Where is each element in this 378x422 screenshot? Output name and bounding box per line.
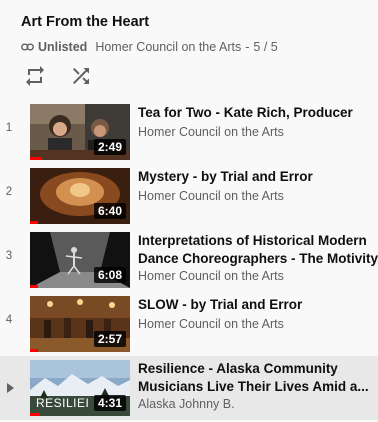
duration-badge: 6:40 (93, 203, 126, 219)
item-index: 4 (5, 314, 13, 326)
loop-button[interactable] (23, 64, 47, 88)
video-info: SLOW - by Trial and Error Homer Council … (138, 296, 378, 331)
video-info: Resilience - Alaska Community Musicians … (138, 360, 378, 411)
thumbnail-caption: RESILIEI (36, 396, 90, 410)
playlist-meta: Unlisted Homer Council on the Arts - 5 /… (21, 40, 278, 54)
watch-progress (30, 221, 38, 224)
playlist-title[interactable]: Art From the Heart (21, 14, 149, 30)
video-title[interactable]: Mystery - by Trial and Error (138, 168, 378, 186)
item-index: 3 (5, 250, 13, 262)
video-title[interactable]: Tea for Two - Kate Rich, Producer (138, 104, 378, 122)
unlisted-badge: Unlisted (38, 40, 88, 54)
item-index: 1 (5, 122, 13, 134)
video-thumbnail[interactable]: RESILIEI 4:31 (30, 360, 130, 416)
video-channel[interactable]: Homer Council on the Arts (138, 189, 378, 203)
duration-badge: 4:31 (93, 395, 126, 411)
playlist-item[interactable]: 4 2:57 SLOW - by Trial and Error Homer C… (0, 292, 378, 356)
now-playing-icon (7, 383, 14, 393)
watch-progress (30, 413, 40, 416)
watch-progress (30, 285, 38, 288)
shuffle-button[interactable] (69, 64, 93, 88)
video-thumbnail[interactable]: 2:57 (30, 296, 130, 352)
video-title[interactable]: SLOW - by Trial and Error (138, 296, 378, 314)
shuffle-icon (73, 68, 89, 84)
playlist-item-now-playing[interactable]: RESILIEI 4:31 Resilience - Alaska Commun… (0, 356, 378, 420)
duration-badge: 6:08 (93, 267, 126, 283)
playlist-item[interactable]: 3 6:08 Interpretations of Historical Mod… (0, 228, 378, 292)
video-channel[interactable]: Homer Council on the Arts (138, 317, 378, 331)
video-channel[interactable]: Homer Council on the Arts (138, 269, 378, 283)
playlist-header: Art From the Heart Unlisted Homer Counci… (0, 0, 378, 96)
video-thumbnail[interactable]: 6:40 (30, 168, 130, 224)
playlist-position: 5 / 5 (253, 40, 278, 54)
playlist-item[interactable]: 2 6:40 Mystery - by Trial and Error Home… (0, 164, 378, 228)
item-index: 2 (5, 186, 13, 198)
video-thumbnail[interactable]: 2:49 (30, 104, 130, 160)
video-channel[interactable]: Homer Council on the Arts (138, 125, 378, 139)
video-title-line-2[interactable]: Dance Choreographers - The Motivity... (138, 250, 378, 268)
playlist-item[interactable]: 1 2:49 Tea for Two - Kate Rich, Producer… (0, 100, 378, 164)
video-title-line-1[interactable]: Resilience - Alaska Community (138, 360, 378, 378)
video-title-line-1[interactable]: Interpretations of Historical Modern (138, 232, 378, 250)
watch-progress (30, 349, 38, 352)
video-channel[interactable]: Alaska Johnny B. (138, 397, 378, 411)
watch-progress (30, 157, 42, 160)
link-icon (21, 43, 34, 51)
video-title-line-2[interactable]: Musicians Live Their Lives Amid a... (138, 378, 378, 396)
video-info: Tea for Two - Kate Rich, Producer Homer … (138, 104, 378, 139)
duration-badge: 2:49 (93, 139, 126, 155)
playlist-channel-link[interactable]: Homer Council on the Arts (95, 40, 241, 54)
meta-separator: - (245, 40, 250, 54)
video-thumbnail[interactable]: 6:08 (30, 232, 130, 288)
video-info: Interpretations of Historical Modern Dan… (138, 232, 378, 283)
loop-icon (26, 66, 44, 86)
video-info: Mystery - by Trial and Error Homer Counc… (138, 168, 378, 203)
duration-badge: 2:57 (93, 331, 126, 347)
